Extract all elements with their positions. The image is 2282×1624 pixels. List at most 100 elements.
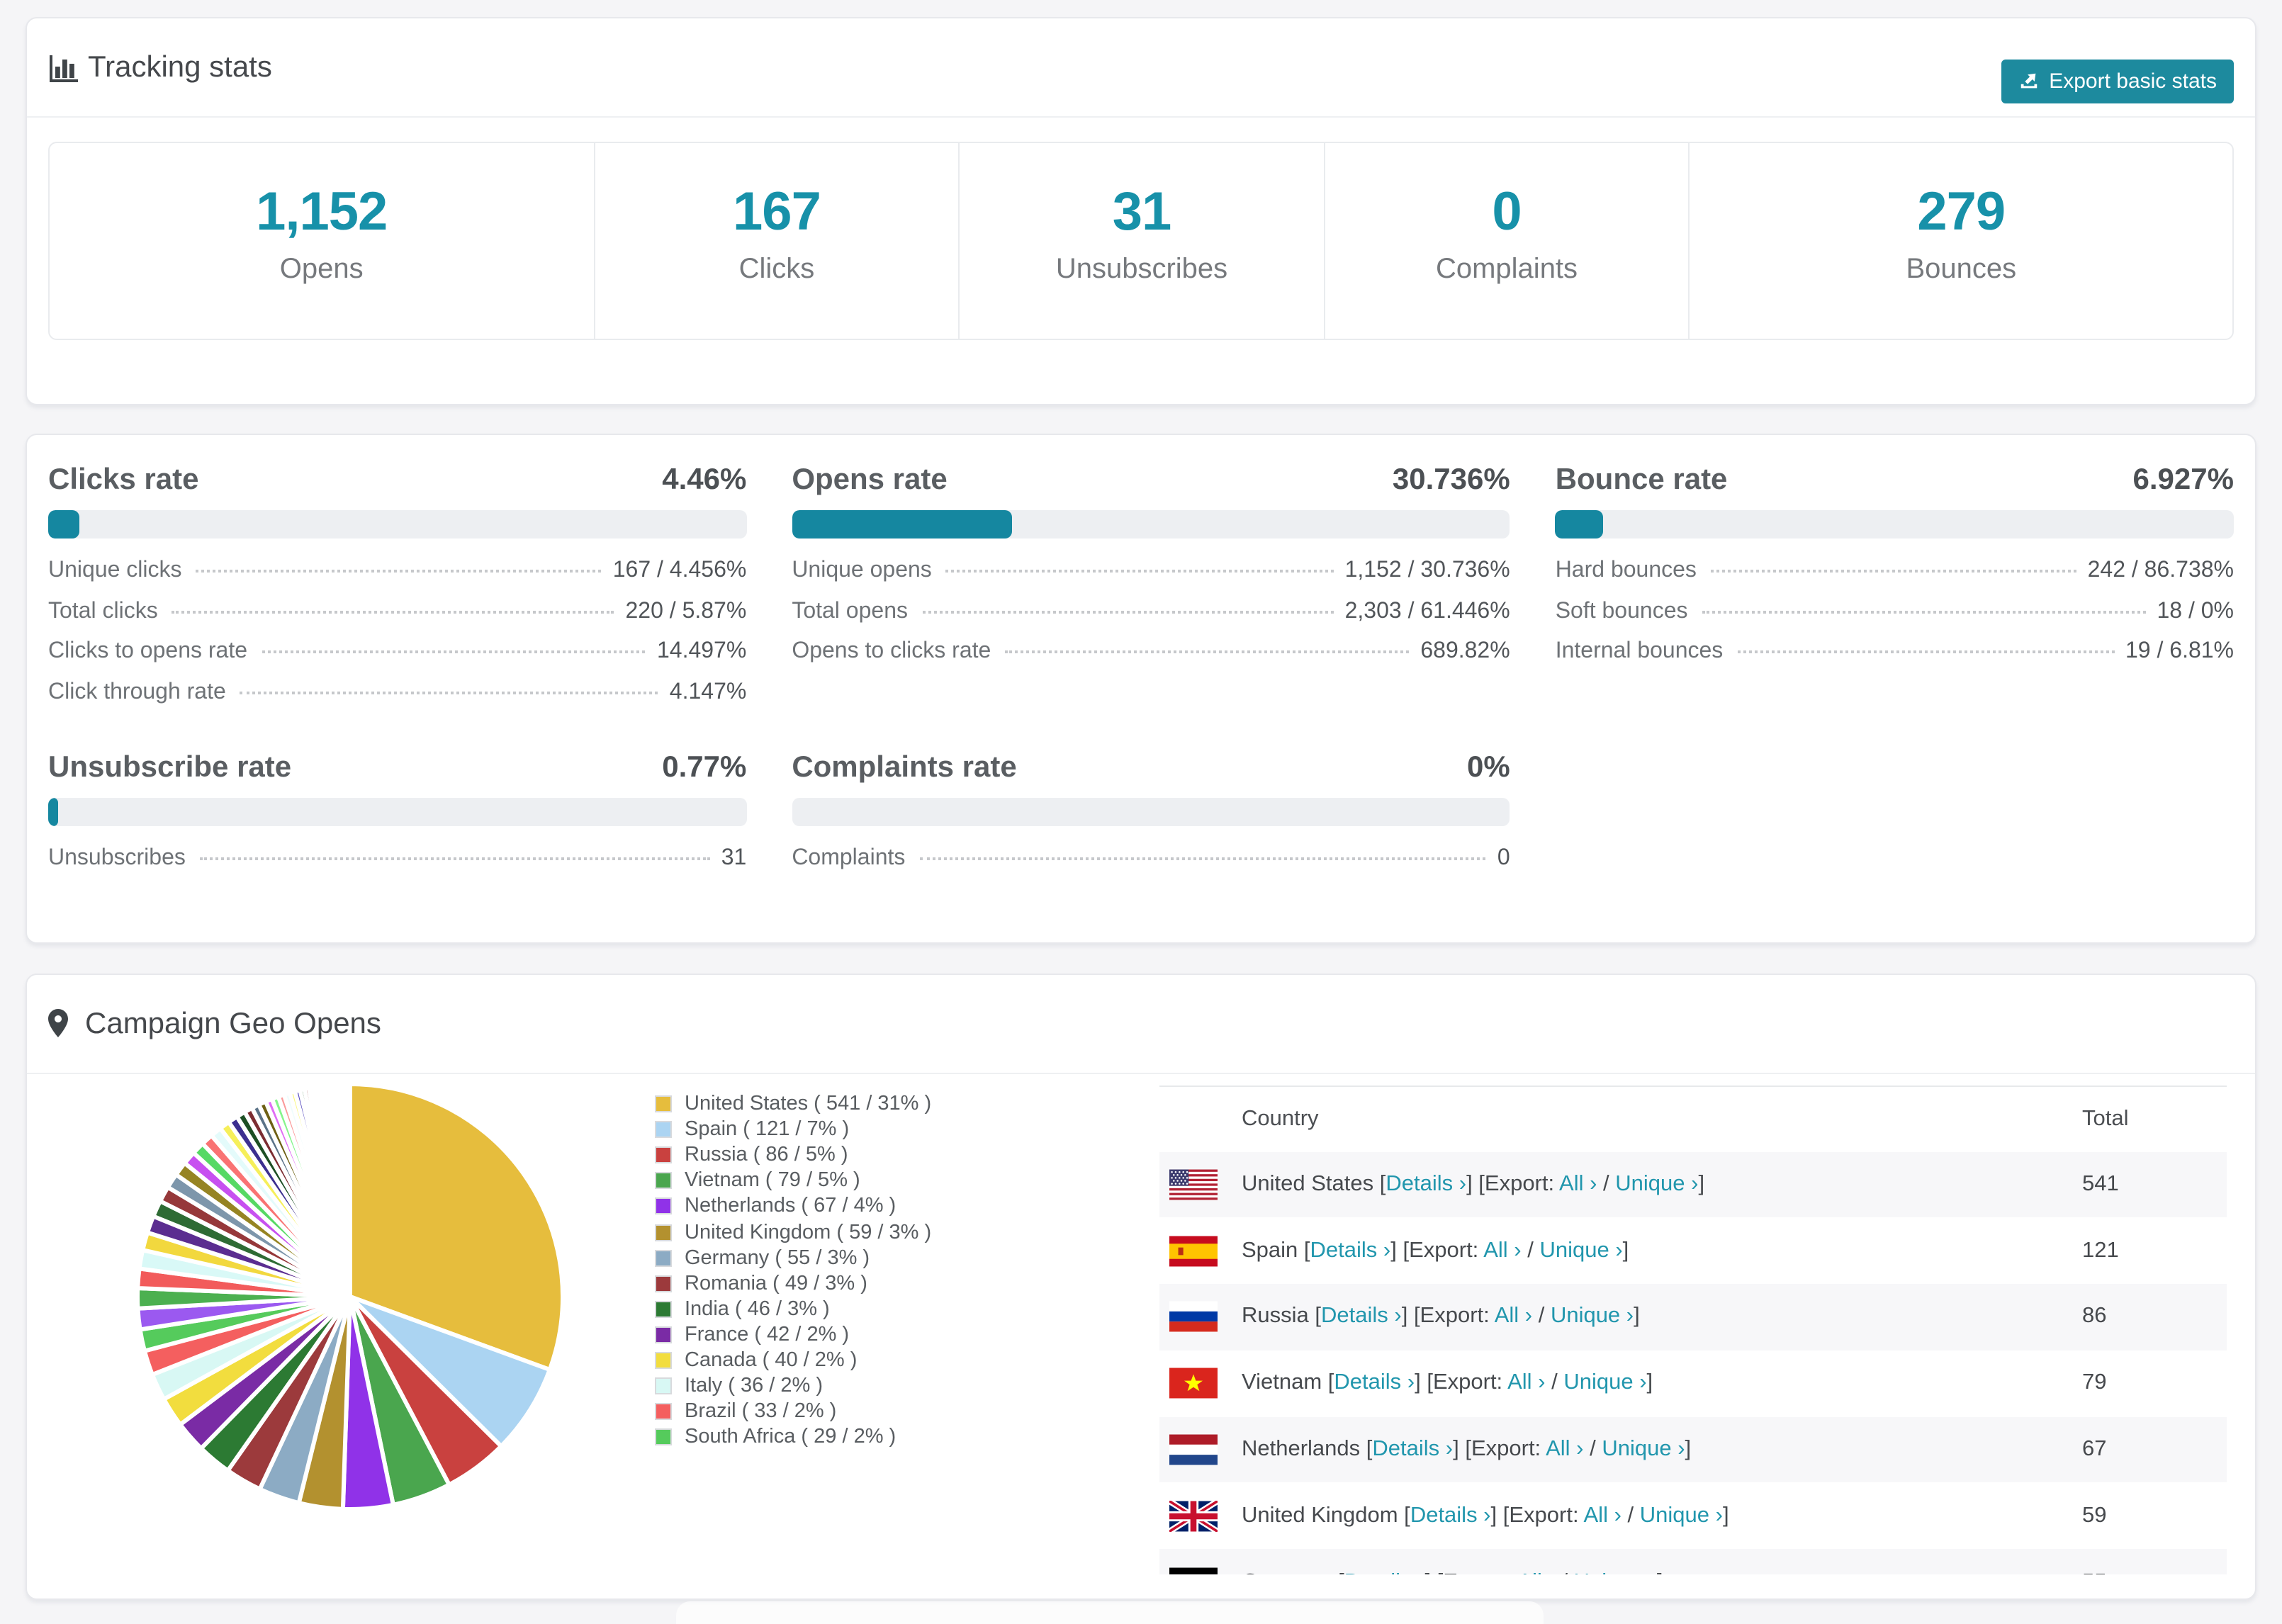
rate-progress-bar — [48, 510, 747, 538]
country-column-header: Country — [1242, 1106, 1319, 1130]
stat-label: Bounces — [1906, 253, 2017, 284]
legend-item: Canada ( 40 / 2% ) — [653, 1348, 931, 1373]
rate-row: Soft bounces 18 / 0% — [1555, 599, 2234, 624]
export-all-link[interactable]: All › — [1507, 1371, 1545, 1395]
geo-table-header: Country Total — [1159, 1086, 2227, 1151]
page-title: Tracking stats — [88, 50, 272, 83]
flag-vn-icon — [1169, 1368, 1218, 1399]
geo-card-header: Campaign Geo Opens — [27, 975, 2255, 1074]
legend-swatch — [653, 1427, 673, 1448]
legend-item: Spain ( 121 / 7% ) — [653, 1117, 931, 1142]
legend-swatch — [653, 1350, 673, 1370]
export-unique-link[interactable]: Unique › — [1539, 1238, 1622, 1262]
details-link[interactable]: Details › — [1386, 1172, 1466, 1196]
pie-legend: United States ( 541 / 31% ) Spain ( 121 … — [653, 1091, 931, 1450]
stat-value: 1,152 — [256, 182, 388, 242]
rate-row: Clicks to opens rate 14.497% — [48, 639, 747, 664]
geo-table-row-gb: United Kingdom [Details ›] [Export: All … — [1159, 1483, 2227, 1550]
total-cell: 86 — [2082, 1304, 2107, 1329]
stat-label: Unsubscribes — [1055, 253, 1228, 284]
export-icon — [2020, 73, 2037, 89]
rate-title: Clicks rate — [48, 463, 199, 496]
bar-chart-icon — [48, 52, 79, 83]
stat-clicks: 167 Clicks — [593, 143, 958, 339]
export-unique-link[interactable]: Unique › — [1551, 1304, 1634, 1329]
legend-swatch — [653, 1222, 673, 1243]
legend-item: Romania ( 49 / 3% ) — [653, 1270, 931, 1296]
geo-table-row-es: Spain [Details ›] [Export: All › / Uniqu… — [1159, 1218, 2227, 1285]
rate-section-complaints-rate: Complaints rate 0% Complaints 0 — [792, 744, 1510, 886]
legend-item: Netherlands ( 67 / 4% ) — [653, 1194, 931, 1219]
export-unique-link[interactable]: Unique › — [1574, 1569, 1657, 1574]
country-cell: Spain [Details ›] [Export: All › / Uniqu… — [1242, 1238, 1629, 1263]
stat-bounces: 279 Bounces — [1688, 143, 2232, 339]
stat-complaints: 0 Complaints — [1323, 143, 1689, 339]
geo-table-row-vn: Vietnam [Details ›] [Export: All › / Uni… — [1159, 1350, 2227, 1417]
stat-label: Opens — [279, 253, 364, 284]
tracking-stats-page: Tracking stats Export basic stats 1,152 … — [0, 0, 2282, 1624]
legend-swatch — [653, 1402, 673, 1422]
flag-de-icon — [1169, 1567, 1218, 1574]
export-all-link[interactable]: All › — [1559, 1172, 1597, 1196]
flag-us-icon — [1169, 1169, 1218, 1200]
tracking-stats-header: Tracking stats Export basic stats — [27, 18, 2255, 118]
rate-percent: 0% — [1466, 750, 1510, 784]
stat-value: 167 — [733, 182, 821, 242]
export-all-link[interactable]: All › — [1483, 1238, 1521, 1262]
stat-value: 0 — [1492, 182, 1522, 242]
details-link[interactable]: Details › — [1310, 1238, 1391, 1262]
export-unique-link[interactable]: Unique › — [1615, 1172, 1698, 1196]
rate-row: Unsubscribes 31 — [48, 845, 747, 870]
geo-opens-table: Country Total United States [Details ›] … — [1159, 1085, 2227, 1574]
country-cell: United States [Details ›] [Export: All ›… — [1242, 1171, 1705, 1196]
map-pin-icon — [48, 1008, 71, 1039]
flag-nl-icon — [1169, 1434, 1218, 1465]
rate-progress-bar — [1555, 510, 2234, 538]
details-link[interactable]: Details › — [1321, 1304, 1402, 1329]
legend-swatch — [653, 1094, 673, 1115]
export-unique-link[interactable]: Unique › — [1602, 1437, 1685, 1461]
geo-table-row-ru: Russia [Details ›] [Export: All › / Uniq… — [1159, 1284, 2227, 1350]
stat-unsubscribes: 31 Unsubscribes — [958, 143, 1323, 339]
export-all-link[interactable]: All › — [1517, 1569, 1555, 1574]
stat-opens: 1,152 Opens — [50, 143, 593, 339]
bottom-overlay-bar — [676, 1601, 1544, 1624]
legend-item: Brazil ( 33 / 2% ) — [653, 1399, 931, 1424]
country-cell: Germany [Details ›] [Export: All › / Uni… — [1159, 1569, 2082, 1574]
rates-card: Clicks rate 4.46% Unique clicks 167 / 4.4… — [26, 434, 2256, 944]
country-cell: Russia [Details ›] [Export: All › / Uniq… — [1242, 1304, 1640, 1329]
tracking-stats-card: Tracking stats Export basic stats 1,152 … — [26, 17, 2256, 405]
export-unique-link[interactable]: Unique › — [1640, 1504, 1723, 1528]
rate-row: Unique opens 1,152 / 30.736% — [792, 558, 1510, 582]
geo-opens-pie-chart — [135, 1081, 565, 1511]
export-all-link[interactable]: All › — [1546, 1437, 1583, 1461]
export-all-link[interactable]: All › — [1584, 1504, 1621, 1528]
legend-swatch — [653, 1145, 673, 1166]
rate-row: Internal bounces 19 / 6.81% — [1555, 639, 2234, 664]
total-cell: 79 — [2082, 1370, 2107, 1395]
rate-row: Opens to clicks rate 689.82% — [792, 639, 1510, 664]
legend-item: Germany ( 55 / 3% ) — [653, 1245, 931, 1270]
flag-es-icon — [1169, 1235, 1218, 1266]
legend-swatch — [653, 1376, 673, 1397]
rate-row: Hard bounces 242 / 86.738% — [1555, 558, 2234, 582]
total-column-header: Total — [2082, 1106, 2129, 1130]
details-link[interactable]: Details › — [1410, 1504, 1491, 1528]
rate-section-unsubscribe-rate: Unsubscribe rate 0.77% Unsubscribes 31 — [48, 744, 747, 886]
total-cell: 55 — [2082, 1569, 2227, 1574]
rate-title: Bounce rate — [1555, 463, 1728, 496]
geo-table-row-us: United States [Details ›] [Export: All ›… — [1159, 1151, 2227, 1218]
export-all-link[interactable]: All › — [1495, 1304, 1532, 1329]
total-cell: 59 — [2082, 1503, 2107, 1528]
rate-progress-bar — [792, 797, 1510, 826]
export-basic-stats-button[interactable]: Export basic stats — [2001, 60, 2234, 103]
details-link[interactable]: Details › — [1334, 1371, 1415, 1395]
details-link[interactable]: Details › — [1344, 1569, 1425, 1574]
legend-item: South Africa ( 29 / 2% ) — [653, 1424, 931, 1450]
export-unique-link[interactable]: Unique › — [1563, 1371, 1646, 1395]
rate-row: Total clicks 220 / 5.87% — [48, 599, 747, 624]
stat-value: 279 — [1917, 182, 2006, 242]
total-cell: 541 — [2082, 1171, 2119, 1196]
rate-percent: 30.736% — [1392, 463, 1510, 496]
details-link[interactable]: Details › — [1372, 1437, 1453, 1461]
